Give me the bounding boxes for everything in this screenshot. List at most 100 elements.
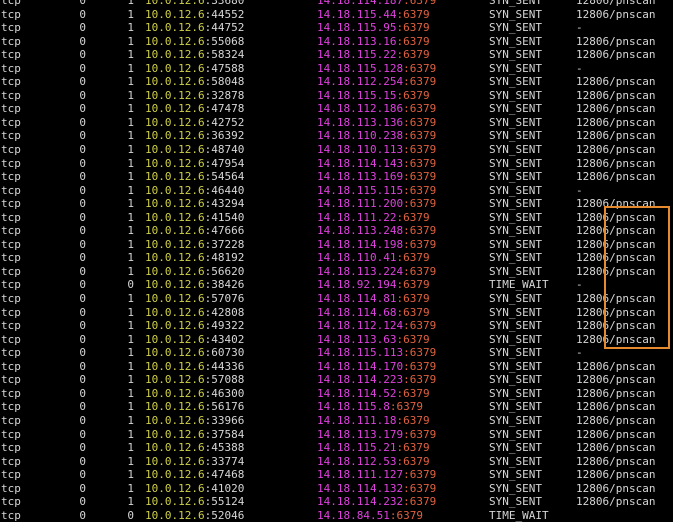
recv-q-cell: 0 [79, 292, 86, 306]
protocol-cell: tcp [1, 61, 21, 75]
send-q-cell: 0 [127, 278, 134, 292]
foreign-address-cell: 14.18.113.179:6379 [317, 428, 436, 442]
local-port: :44752 [204, 21, 245, 35]
recv-q-cell: 0 [79, 170, 86, 184]
local-ip: 10.0.12.6 [145, 48, 205, 62]
send-q-cell: 1 [127, 359, 134, 373]
protocol-cell: tcp [1, 48, 21, 62]
foreign-address-cell: 14.18.115.21:6379 [317, 441, 430, 455]
local-ip: 10.0.12.6 [145, 508, 205, 522]
foreign-address-cell: 14.18.112.124:6379 [317, 319, 436, 333]
local-port: :48740 [204, 143, 245, 157]
local-port: :55124 [204, 495, 245, 509]
foreign-port: :6379 [396, 441, 430, 455]
program-cell: 12806/pnscan [576, 102, 656, 116]
state-cell: SYN_SENT [489, 332, 542, 346]
program-cell: 12806/pnscan [576, 237, 656, 251]
foreign-address-cell: 14.18.114.223:6379 [317, 373, 436, 387]
protocol-cell: tcp [1, 170, 21, 184]
program-cell: 12806/pnscan [576, 454, 656, 468]
local-port: :33774 [204, 454, 245, 468]
foreign-address-cell: 14.18.115.128:6379 [317, 62, 436, 76]
local-port: :57076 [204, 292, 245, 306]
state-cell: SYN_SENT [489, 251, 542, 265]
foreign-ip: 14.18.114.223 [317, 373, 404, 387]
protocol-cell: tcp [1, 88, 21, 102]
foreign-ip: 14.18.115.15 [317, 88, 397, 102]
local-ip: 10.0.12.6 [145, 441, 205, 455]
local-ip: 10.0.12.6 [145, 359, 205, 373]
connection-row: tcp 0 1 10.0.12.6:37228 14.18.114.198:6379 SY… [0, 238, 673, 252]
connection-row: tcp 0 1 10.0.12.6:44552 14.18.115.44:6379 SYN… [0, 8, 673, 22]
state-cell: SYN_SENT [489, 468, 542, 482]
foreign-port: :6379 [403, 170, 437, 184]
protocol-cell: tcp [1, 75, 21, 89]
send-q-cell: 1 [127, 400, 134, 414]
state-cell: SYN_SENT [489, 319, 542, 333]
foreign-port: :6379 [396, 251, 430, 265]
local-port: :55068 [204, 34, 245, 48]
recv-q-cell: 0 [79, 386, 86, 400]
foreign-port: :6379 [403, 319, 437, 333]
foreign-ip: 14.18.114.143 [317, 156, 404, 170]
connection-row: tcp 0 1 10.0.12.6:58048 14.18.112.254:6379 SY… [0, 75, 673, 89]
foreign-ip: 14.18.115.21 [317, 441, 397, 455]
protocol-cell: tcp [1, 454, 21, 468]
protocol-cell: tcp [1, 441, 21, 455]
foreign-port: :6379 [403, 481, 437, 495]
protocol-cell: tcp [1, 332, 21, 346]
local-ip: 10.0.12.6 [145, 183, 205, 197]
local-address-cell: 10.0.12.6:45388 [145, 441, 244, 455]
program-cell: 12806/pnscan [576, 75, 656, 89]
send-q-cell: 1 [127, 61, 134, 75]
state-cell: SYN_SENT [489, 427, 542, 441]
local-port: :44552 [204, 7, 245, 21]
local-port: :37228 [204, 237, 245, 251]
foreign-port: :6379 [403, 129, 437, 143]
protocol-cell: tcp [1, 264, 21, 278]
local-address-cell: 10.0.12.6:55124 [145, 495, 244, 509]
foreign-port: :6379 [403, 102, 437, 116]
send-q-cell: 1 [127, 0, 134, 7]
foreign-port: :6379 [389, 508, 423, 522]
send-q-cell: 1 [127, 251, 134, 265]
local-port: :58048 [204, 75, 245, 89]
foreign-port: :6379 [396, 386, 430, 400]
send-q-cell: 0 [127, 508, 134, 522]
foreign-address-cell: 14.18.111.18:6379 [317, 414, 430, 428]
foreign-ip: 14.18.114.132 [317, 481, 404, 495]
send-q-cell: 1 [127, 332, 134, 346]
local-address-cell: 10.0.12.6:47468 [145, 468, 244, 482]
foreign-ip: 14.18.115.95 [317, 21, 397, 35]
program-cell: 12806/pnscan [576, 481, 656, 495]
program-cell: 12806/pnscan [576, 251, 656, 265]
connection-row: tcp 0 1 10.0.12.6:46440 14.18.115.115:6379 SY… [0, 184, 673, 198]
local-ip: 10.0.12.6 [145, 427, 205, 441]
protocol-cell: tcp [1, 319, 21, 333]
local-port: :41540 [204, 210, 245, 224]
program-cell: - [576, 21, 583, 35]
foreign-address-cell: 14.18.114.232:6379 [317, 495, 436, 509]
recv-q-cell: 0 [79, 115, 86, 129]
program-cell: 12806/pnscan [576, 0, 656, 7]
program-cell: 12806/pnscan [576, 143, 656, 157]
local-ip: 10.0.12.6 [145, 170, 205, 184]
recv-q-cell: 0 [79, 413, 86, 427]
local-port: :47954 [204, 156, 245, 170]
foreign-ip: 14.18.114.81 [317, 292, 397, 306]
local-port: :58324 [204, 48, 245, 62]
local-ip: 10.0.12.6 [145, 129, 205, 143]
send-q-cell: 1 [127, 170, 134, 184]
foreign-address-cell: 14.18.112.53:6379 [317, 455, 430, 469]
state-cell: SYN_SENT [489, 156, 542, 170]
protocol-cell: tcp [1, 427, 21, 441]
connection-row: tcp 0 1 10.0.12.6:56176 14.18.115.8:6379 SYN_… [0, 400, 673, 414]
foreign-address-cell: 14.18.114.68:6379 [317, 306, 430, 320]
foreign-ip: 14.18.113.224 [317, 264, 404, 278]
recv-q-cell: 0 [79, 454, 86, 468]
state-cell: SYN_SENT [489, 129, 542, 143]
send-q-cell: 1 [127, 481, 134, 495]
program-cell: 12806/pnscan [576, 210, 656, 224]
netstat-output: tcp 0 1 10.0.12.6:33680 14.18.114.187:6379 SY… [0, 0, 673, 522]
connection-row: tcp 0 1 10.0.12.6:47666 14.18.113.248:6379 SY… [0, 224, 673, 238]
